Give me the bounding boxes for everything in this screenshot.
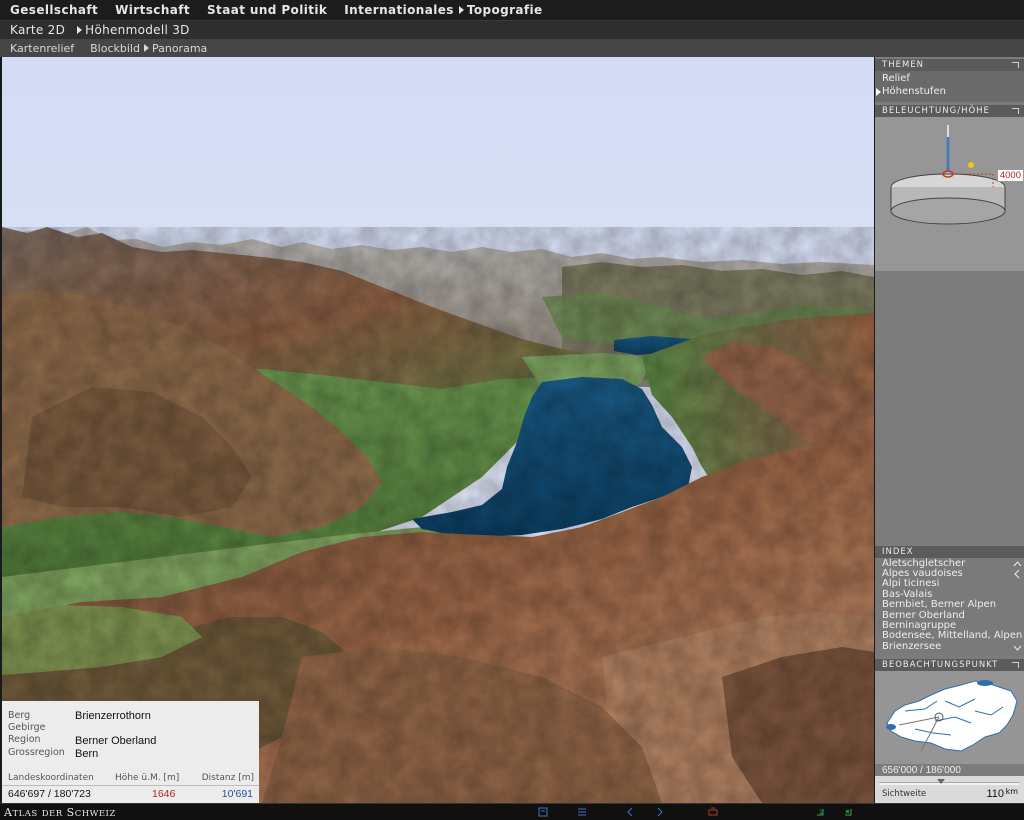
- collapse-icon[interactable]: [1012, 662, 1019, 668]
- tertiary-nav: Kartenrelief Blockbild Panorama: [0, 39, 1024, 57]
- nav-kartenrelief[interactable]: Kartenrelief: [10, 42, 74, 55]
- theme-relief[interactable]: Relief: [882, 73, 910, 84]
- beobachtung-header: BEOBACHTUNGSPUNKT: [875, 659, 1024, 671]
- theme-hoehenstufen[interactable]: Höhenstufen: [882, 86, 946, 97]
- help-icon[interactable]: 1: [815, 807, 825, 817]
- nav-karte-2d[interactable]: Karte 2D: [10, 23, 65, 37]
- collapse-icon[interactable]: [1012, 108, 1019, 114]
- index-scrollbar[interactable]: [1013, 560, 1022, 652]
- terrain-render: [2, 57, 874, 803]
- index-item[interactable]: Alpi ticinesi: [882, 578, 939, 589]
- sichtweite-value: 110: [986, 788, 1004, 800]
- location-info-panel: Berg Brienzerrothorn Gebirge Region Bern…: [2, 701, 259, 803]
- sun-icon: [968, 162, 974, 168]
- nav-hoehenmodell-label: Höhenmodell 3D: [85, 23, 190, 37]
- sichtweite-track[interactable]: [879, 782, 1019, 785]
- themes-list: Relief Höhenstufen: [875, 71, 1024, 102]
- beleuchtung-header: BELEUCHTUNG/HÖHE: [875, 105, 1024, 117]
- light-value[interactable]: 4000: [996, 169, 1024, 182]
- svg-text:1: 1: [819, 809, 823, 816]
- index-item[interactable]: Bernbiet, Berner Alpen: [882, 599, 996, 610]
- sichtweite-control[interactable]: Sichtweite 110 km: [875, 776, 1024, 803]
- height-value: 1646: [152, 788, 176, 800]
- obs-coords: 656'000 / 186'000: [882, 765, 961, 776]
- arrow-right-icon: [458, 6, 464, 14]
- terrain-3d-view[interactable]: [2, 57, 874, 803]
- nav-gesellschaft[interactable]: Gesellschaft: [10, 3, 98, 17]
- grossregion-label: Grossregion: [8, 747, 65, 758]
- grossregion-value: Bern: [75, 748, 99, 760]
- back-icon[interactable]: [625, 807, 635, 817]
- switzerland-map: [886, 680, 1018, 752]
- print-icon[interactable]: [708, 807, 718, 817]
- lighting-control[interactable]: 4000: [875, 117, 1024, 271]
- nav-panorama[interactable]: Panorama: [143, 41, 208, 55]
- observation-minimap[interactable]: [875, 671, 1024, 764]
- nav-topografie[interactable]: Topografie: [458, 3, 543, 17]
- right-panel: THEMEN Relief Höhenstufen BELEUCHTUNG/HÖ…: [875, 57, 1024, 803]
- index-header: INDEX: [875, 546, 1024, 558]
- sichtweite-unit: km: [1005, 787, 1018, 796]
- secondary-nav: Karte 2D Höhenmodell 3D: [0, 21, 1024, 39]
- nav-wirtschaft[interactable]: Wirtschaft: [115, 3, 190, 17]
- index-item[interactable]: Brienzersee: [882, 641, 941, 652]
- index-title: INDEX: [882, 547, 914, 557]
- forward-icon[interactable]: [655, 807, 665, 817]
- nav-internationales[interactable]: Internationales: [344, 3, 454, 17]
- nav-panorama-label: Panorama: [151, 41, 208, 55]
- berg-label: Berg: [8, 710, 31, 721]
- nav-hoehenmodell-3d[interactable]: Höhenmodell 3D: [77, 23, 190, 37]
- coords-header: Landeskoordinaten: [8, 773, 94, 783]
- divider: [2, 785, 259, 786]
- primary-nav: Gesellschaft Wirtschaft Staat und Politi…: [0, 0, 1024, 21]
- sichtweite-knob[interactable]: [937, 779, 945, 784]
- themen-title: THEMEN: [882, 60, 925, 70]
- beobachtung-title: BEOBACHTUNGSPUNKT: [882, 660, 999, 670]
- nav-staat-und-politik[interactable]: Staat und Politik: [207, 3, 327, 17]
- coords-value: 646'697 / 180'723: [8, 788, 91, 800]
- footer-bar: ATLAS DER SCHWEIZ 1: [0, 803, 1024, 820]
- arrow-right-icon: [77, 26, 83, 34]
- nav-topografie-label: Topografie: [466, 3, 543, 17]
- region-label: Region: [8, 734, 41, 745]
- distance-header: Distanz [m]: [201, 773, 254, 783]
- nav-blockbild[interactable]: Blockbild: [90, 42, 140, 55]
- region-value: Berner Oberland: [75, 735, 157, 747]
- berg-value: Brienzerrothorn: [75, 710, 151, 722]
- sichtweite-label: Sichtweite: [882, 789, 927, 799]
- selected-arrow-icon: [876, 88, 881, 96]
- index-list: Aletschgletscher Alpes vaudoises Alpi ti…: [875, 558, 1024, 655]
- legend-icon[interactable]: [538, 807, 548, 817]
- distance-value: 10'691: [221, 788, 253, 800]
- arrow-right-icon: [143, 43, 149, 52]
- gebirge-label: Gebirge: [8, 722, 46, 733]
- brand-logo: ATLAS DER SCHWEIZ: [4, 806, 116, 819]
- themen-header: THEMEN: [875, 59, 1024, 71]
- close-icon[interactable]: [843, 807, 853, 817]
- height-header: Höhe ü.M. [m]: [115, 773, 180, 783]
- beleuchtung-title: BELEUCHTUNG/HÖHE: [882, 106, 990, 116]
- list-icon[interactable]: [577, 807, 587, 817]
- collapse-icon[interactable]: [1012, 62, 1019, 68]
- index-item[interactable]: Bodensee, Mittelland, Alpen: [882, 630, 1022, 641]
